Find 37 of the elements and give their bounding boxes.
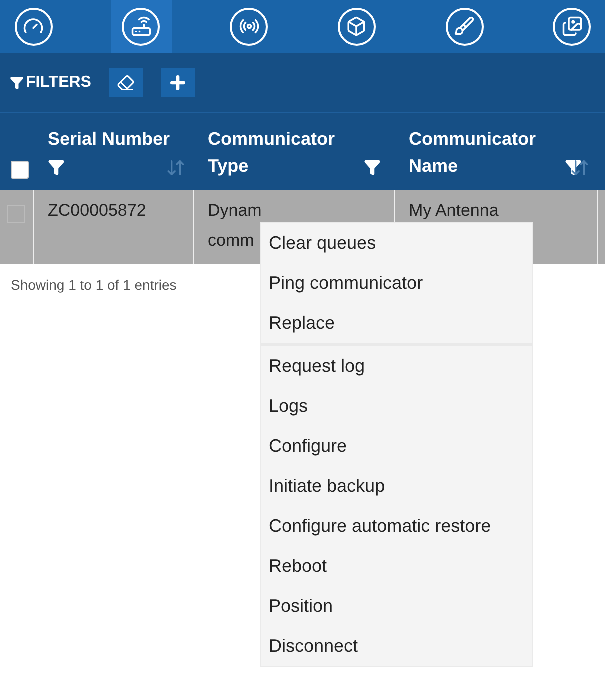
column-header[interactable]: Serial Number bbox=[48, 126, 170, 153]
pictures-icon bbox=[553, 8, 592, 46]
column-header[interactable]: Communicator Name bbox=[409, 126, 559, 180]
menu-item[interactable]: Clear queues bbox=[261, 223, 532, 263]
antenna-icon bbox=[230, 8, 268, 46]
router-icon bbox=[122, 8, 160, 46]
menu-item[interactable]: Ping communicator bbox=[261, 263, 532, 303]
menu-item[interactable]: Initiate backup bbox=[261, 466, 532, 506]
cell-text: My Antenna bbox=[409, 200, 499, 222]
eraser-icon bbox=[117, 74, 136, 92]
menu-item[interactable]: Reboot bbox=[261, 546, 532, 586]
nav-tab[interactable] bbox=[110, 0, 172, 53]
cell-text: ZC00005872 bbox=[48, 200, 146, 222]
column-header[interactable]: Communicator Type bbox=[208, 126, 358, 180]
sort-icon[interactable] bbox=[570, 158, 590, 178]
box-icon bbox=[338, 8, 376, 46]
menu-item[interactable]: Position bbox=[261, 586, 532, 626]
menu-item[interactable]: Configure bbox=[261, 426, 532, 466]
filter-icon[interactable] bbox=[364, 158, 381, 176]
brush-icon bbox=[446, 8, 484, 46]
menu-item[interactable]: Configure automatic restore bbox=[261, 506, 532, 546]
menu-item[interactable]: Disconnect bbox=[261, 626, 532, 666]
cell-text: Dynam bbox=[208, 200, 262, 222]
menu-item[interactable]: Request log bbox=[261, 346, 532, 386]
filter-icon bbox=[10, 76, 24, 90]
plus-icon bbox=[168, 72, 188, 92]
entries-info: Showing 1 to 1 of 1 entries bbox=[11, 277, 177, 293]
gauge-icon bbox=[14, 8, 52, 46]
filter-icon[interactable] bbox=[565, 158, 582, 176]
cell-text: comm bbox=[208, 230, 254, 252]
menu-item[interactable]: Logs bbox=[261, 386, 532, 426]
clear-filters-button[interactable] bbox=[109, 68, 144, 97]
filter-icon[interactable] bbox=[48, 159, 65, 176]
menu-item[interactable]: Replace bbox=[261, 303, 532, 343]
add-filter-button[interactable] bbox=[161, 68, 196, 97]
filters-label: FILTERS bbox=[26, 74, 92, 92]
select-all-checkbox[interactable] bbox=[11, 161, 29, 180]
